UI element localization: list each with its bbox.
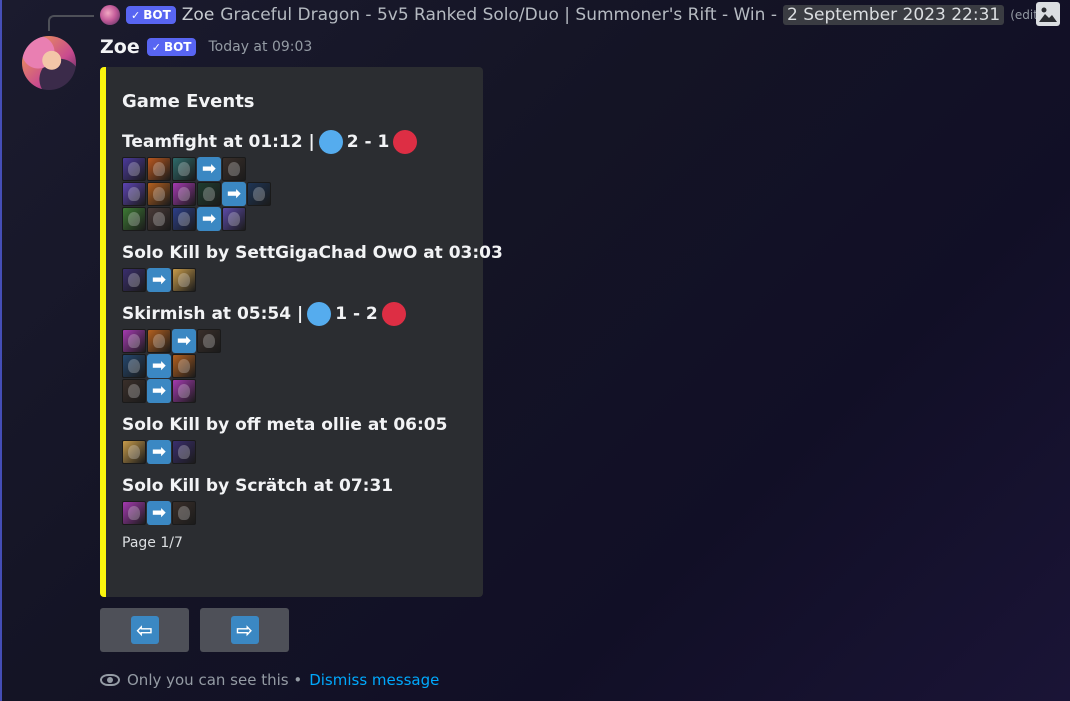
champion-icon [172, 440, 196, 464]
blue-circle-icon [318, 130, 343, 154]
game-events-embed: Game Events Teamfight at 01:12 | 2 - 1 ➡ ➡ ➡… [100, 67, 503, 597]
kill-row: ➡ [122, 354, 471, 378]
kill-row: ➡ [122, 329, 471, 353]
event-block: Teamfight at 01:12 | 2 - 1 ➡ ➡ ➡ [122, 130, 471, 231]
champion-icon [172, 157, 196, 181]
champion-icon [172, 379, 196, 403]
reply-author[interactable]: Zoe [182, 5, 215, 25]
champion-icon [247, 182, 271, 206]
event-title: Teamfight at 01:12 | 2 - 1 [122, 130, 471, 154]
champion-icon [172, 268, 196, 292]
champion-icon [172, 354, 196, 378]
message-header: Zoe ✓ BOT Today at 09:03 [100, 36, 312, 58]
reply-avatar[interactable] [100, 5, 120, 25]
champion-icon [122, 329, 146, 353]
right-arrow-icon: ➡ [147, 501, 171, 525]
champion-icon [122, 501, 146, 525]
author-name[interactable]: Zoe [100, 36, 140, 58]
champion-icon [122, 268, 146, 292]
event-score: 2 - 1 [346, 132, 390, 152]
reply-bot-tag-label: BOT [143, 8, 171, 22]
eye-icon [100, 674, 120, 686]
event-title: Solo Kill by off meta ollie at 06:05 [122, 413, 471, 437]
champion-icon [222, 207, 246, 231]
left-arrow-icon: ⇦ [130, 616, 159, 644]
champion-icon [172, 501, 196, 525]
reply-reference[interactable]: ✓ BOT Zoe Graceful Dragon - 5v5 Ranked So… [48, 3, 1058, 31]
reply-bot-tag: ✓ BOT [126, 6, 176, 24]
author-avatar[interactable] [22, 36, 76, 90]
champion-icon [197, 182, 221, 206]
champion-icon [147, 182, 171, 206]
event-title: Solo Kill by Scrätch at 07:31 [122, 474, 471, 498]
previous-page-button[interactable]: ⇦ [100, 608, 189, 652]
kill-row: ➡ [122, 440, 471, 464]
event-score: 1 - 2 [335, 304, 378, 324]
right-arrow-icon: ➡ [197, 157, 221, 181]
kill-row: ➡ [122, 268, 471, 292]
next-page-button[interactable]: ⇨ [200, 608, 289, 652]
reply-date: 2 September 2023 22:31 [782, 5, 1005, 25]
champion-icon [172, 207, 196, 231]
kill-row: ➡ [122, 182, 471, 206]
event-title: Solo Kill by SettGigaChad OwO at 03:03 [122, 241, 503, 265]
message-timestamp[interactable]: Today at 09:03 [208, 39, 312, 55]
ephemeral-text: Only you can see this • [127, 671, 303, 689]
event-title-text: Skirmish at 05:54 | [122, 304, 304, 324]
red-circle-icon [381, 302, 406, 326]
event-block: Solo Kill by Scrätch at 07:31 ➡ [122, 474, 471, 525]
reply-text[interactable]: Graceful Dragon - 5v5 Ranked Solo/Duo | … [220, 5, 777, 25]
champion-icon [197, 329, 221, 353]
image-icon[interactable] [1036, 2, 1060, 26]
verified-check-icon: ✓ [151, 40, 161, 54]
ephemeral-notice: Only you can see this • Dismiss message [100, 671, 439, 689]
event-title-text: Solo Kill by off meta ollie at 06:05 [122, 415, 448, 435]
kill-row: ➡ [122, 501, 471, 525]
event-block: Skirmish at 05:54 | 1 - 2 ➡ ➡ ➡ [122, 302, 471, 403]
event-title-text: Solo Kill by SettGigaChad OwO at 03:03 [122, 243, 503, 263]
champion-icon [122, 182, 146, 206]
events-list: Teamfight at 01:12 | 2 - 1 ➡ ➡ ➡ Solo Kill by… [122, 130, 503, 525]
champion-icon [172, 182, 196, 206]
dismiss-message-link[interactable]: Dismiss message [309, 671, 439, 689]
unread-accent-bar [0, 0, 2, 701]
right-arrow-icon: ⇨ [230, 616, 259, 644]
champion-icon [147, 207, 171, 231]
right-arrow-icon: ➡ [147, 379, 171, 403]
right-arrow-icon: ➡ [147, 440, 171, 464]
right-arrow-icon: ➡ [172, 329, 196, 353]
event-block: Solo Kill by off meta ollie at 06:05 ➡ [122, 413, 471, 464]
champion-icon [122, 207, 146, 231]
blue-circle-icon [307, 302, 332, 326]
champion-icon [147, 157, 171, 181]
event-title-text: Teamfight at 01:12 | [122, 132, 315, 152]
champion-icon [222, 157, 246, 181]
kill-row: ➡ [122, 207, 471, 231]
champion-icon [122, 157, 146, 181]
champion-icon [122, 354, 146, 378]
right-arrow-icon: ➡ [197, 207, 221, 231]
bot-tag: ✓ BOT [146, 38, 197, 56]
event-block: Solo Kill by SettGigaChad OwO at 03:03 ➡ [122, 241, 503, 292]
embed-title: Game Events [122, 91, 255, 112]
reply-spine [48, 15, 94, 31]
right-arrow-icon: ➡ [222, 182, 246, 206]
reply-content[interactable]: ✓ BOT Zoe Graceful Dragon - 5v5 Ranked So… [100, 5, 1058, 25]
bot-tag-label: BOT [163, 40, 192, 54]
event-title: Skirmish at 05:54 | 1 - 2 [122, 302, 471, 326]
kill-row: ➡ [122, 157, 471, 181]
embed-footer: Page 1/7 [122, 535, 183, 551]
kill-row: ➡ [122, 379, 471, 403]
verified-check-icon: ✓ [131, 8, 141, 22]
right-arrow-icon: ➡ [147, 354, 171, 378]
red-circle-icon [393, 130, 418, 154]
event-title-text: Solo Kill by Scrätch at 07:31 [122, 476, 394, 496]
champion-icon [122, 440, 146, 464]
right-arrow-icon: ➡ [147, 268, 171, 292]
champion-icon [122, 379, 146, 403]
champion-icon [147, 329, 171, 353]
